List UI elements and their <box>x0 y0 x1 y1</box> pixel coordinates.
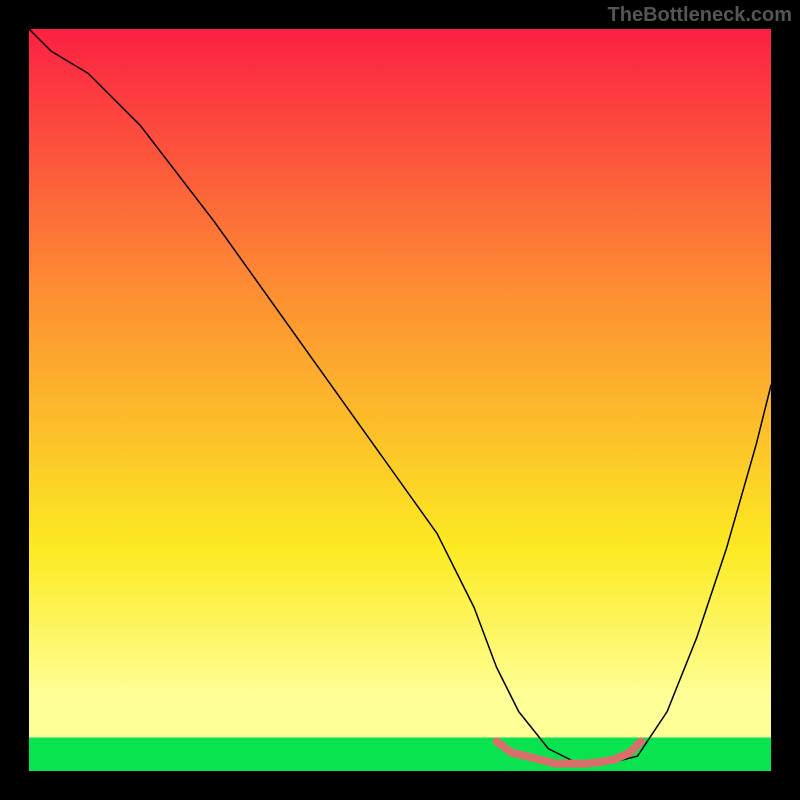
plot-area <box>29 29 771 771</box>
gradient-background <box>29 29 771 771</box>
chart-svg <box>29 29 771 771</box>
watermark-text: TheBottleneck.com <box>608 4 792 27</box>
chart-frame: TheBottleneck.com <box>0 0 800 800</box>
